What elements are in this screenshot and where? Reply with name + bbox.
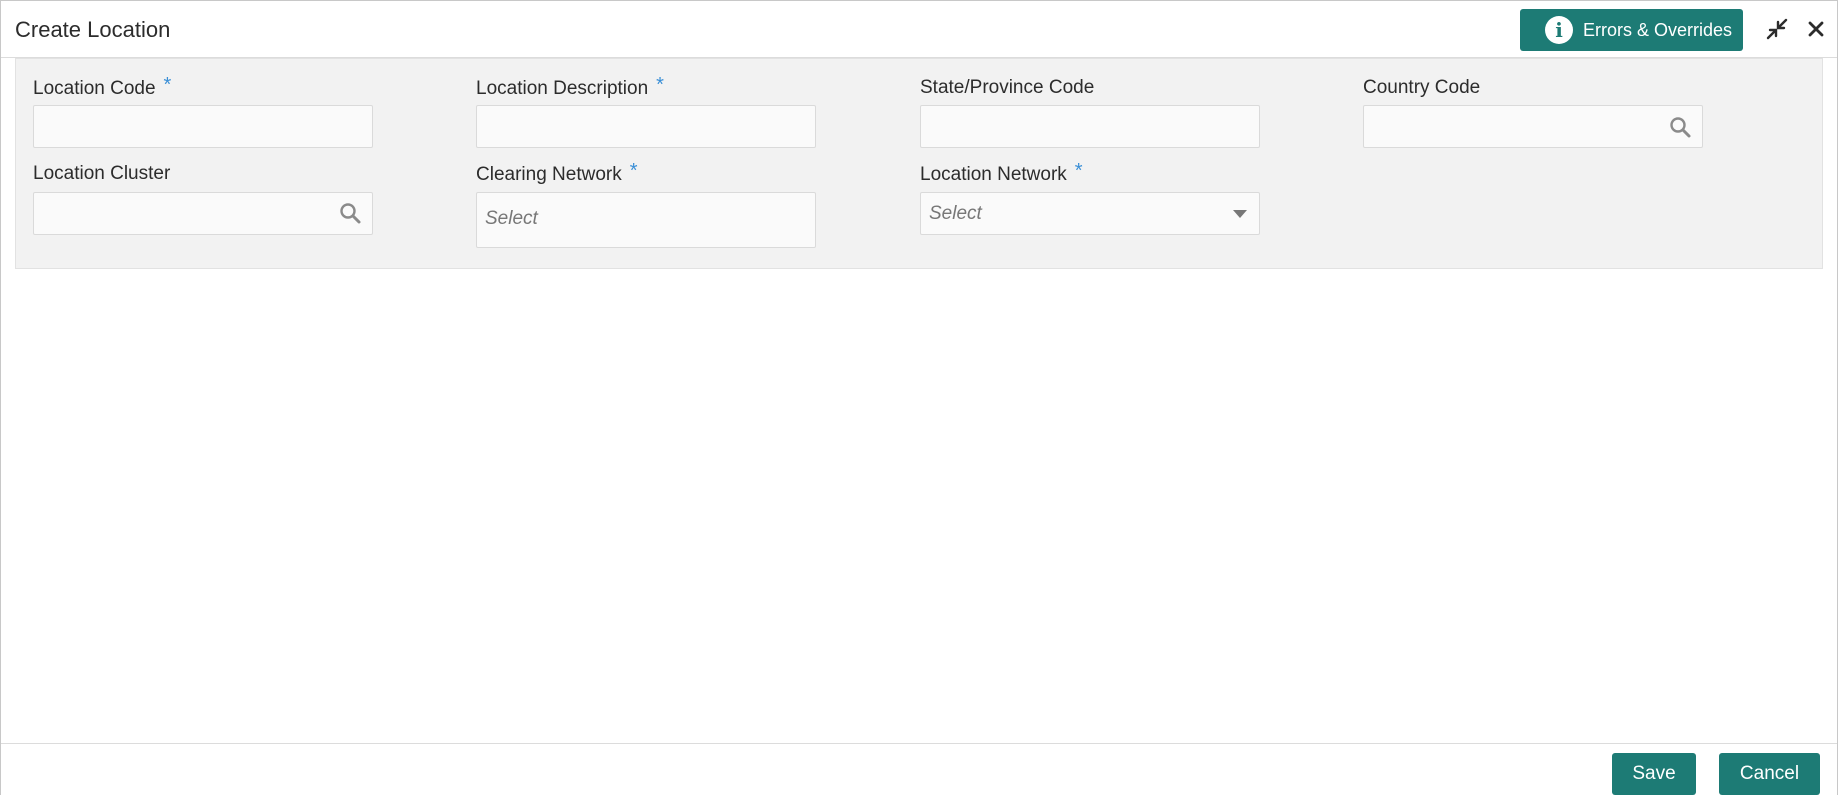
country-code-input[interactable] [1363,105,1703,148]
state-province-code-input[interactable] [920,105,1260,148]
chevron-down-icon[interactable] [1233,210,1247,218]
cancel-button[interactable]: Cancel [1719,753,1820,795]
window-footer: Save Cancel [1,743,1837,795]
required-marker: * [163,74,172,96]
location-cluster-input[interactable] [33,192,373,235]
search-icon[interactable] [338,201,362,225]
location-code-input[interactable] [33,105,373,148]
page-title: Create Location [15,17,171,42]
location-description-input[interactable] [476,105,816,148]
required-marker: * [656,74,664,96]
search-icon[interactable] [1668,115,1692,139]
location-network-placeholder: Select [929,203,982,224]
location-network-label: Location Network * [920,160,1083,185]
location-code-label: Location Code * [33,74,172,99]
errors-overrides-label: Errors & Overrides [1583,19,1733,40]
clearing-network-multiselect[interactable]: Select [476,192,816,248]
country-code-label: Country Code [1363,77,1481,98]
location-cluster-label: Location Cluster [33,163,171,184]
state-province-code-label: State/Province Code [920,77,1095,98]
create-location-window: Create Location i Errors & Overrides Loc… [0,0,1838,795]
location-form-panel: Location Code * Location Description * Sta… [15,58,1823,269]
info-icon: i [1545,16,1573,44]
location-network-select[interactable]: Select [920,192,1260,235]
save-button[interactable]: Save [1612,753,1696,795]
clearing-network-placeholder: Select [485,208,538,229]
required-marker: * [1074,160,1083,182]
required-marker: * [629,160,638,182]
minimize-icon[interactable] [1765,17,1789,41]
window-header: Create Location i Errors & Overrides [1,1,1837,58]
errors-overrides-button[interactable]: i Errors & Overrides [1520,9,1743,51]
location-description-label: Location Description * [476,74,664,99]
clearing-network-label: Clearing Network * [476,160,638,185]
close-icon[interactable] [1804,17,1828,41]
